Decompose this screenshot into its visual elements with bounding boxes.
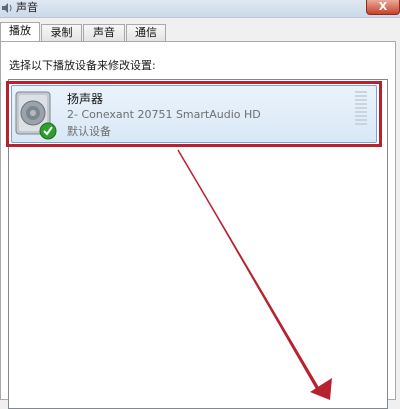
close-button[interactable]: X — [366, 0, 400, 15]
tab-strip: 播放 录制 声音 通信 — [0, 22, 400, 42]
device-description: 2- Conexant 20751 SmartAudio HD — [67, 108, 261, 121]
instruction-label: 选择以下播放设备来修改设置: — [9, 59, 156, 72]
speaker-icon — [15, 91, 57, 140]
volume-level-meter — [355, 91, 367, 127]
title-bar: 声音 X — [0, 0, 400, 18]
tab-playback[interactable]: 播放 — [0, 22, 40, 41]
window-title: 声音 — [16, 1, 38, 14]
device-name: 扬声器 — [67, 92, 104, 106]
default-check-icon — [39, 122, 57, 140]
tab-communications[interactable]: 通信 — [126, 24, 166, 41]
tab-recording[interactable]: 录制 — [41, 24, 82, 41]
sound-icon — [2, 3, 12, 13]
tab-sounds[interactable]: 声音 — [83, 24, 125, 41]
device-status: 默认设备 — [67, 125, 111, 138]
